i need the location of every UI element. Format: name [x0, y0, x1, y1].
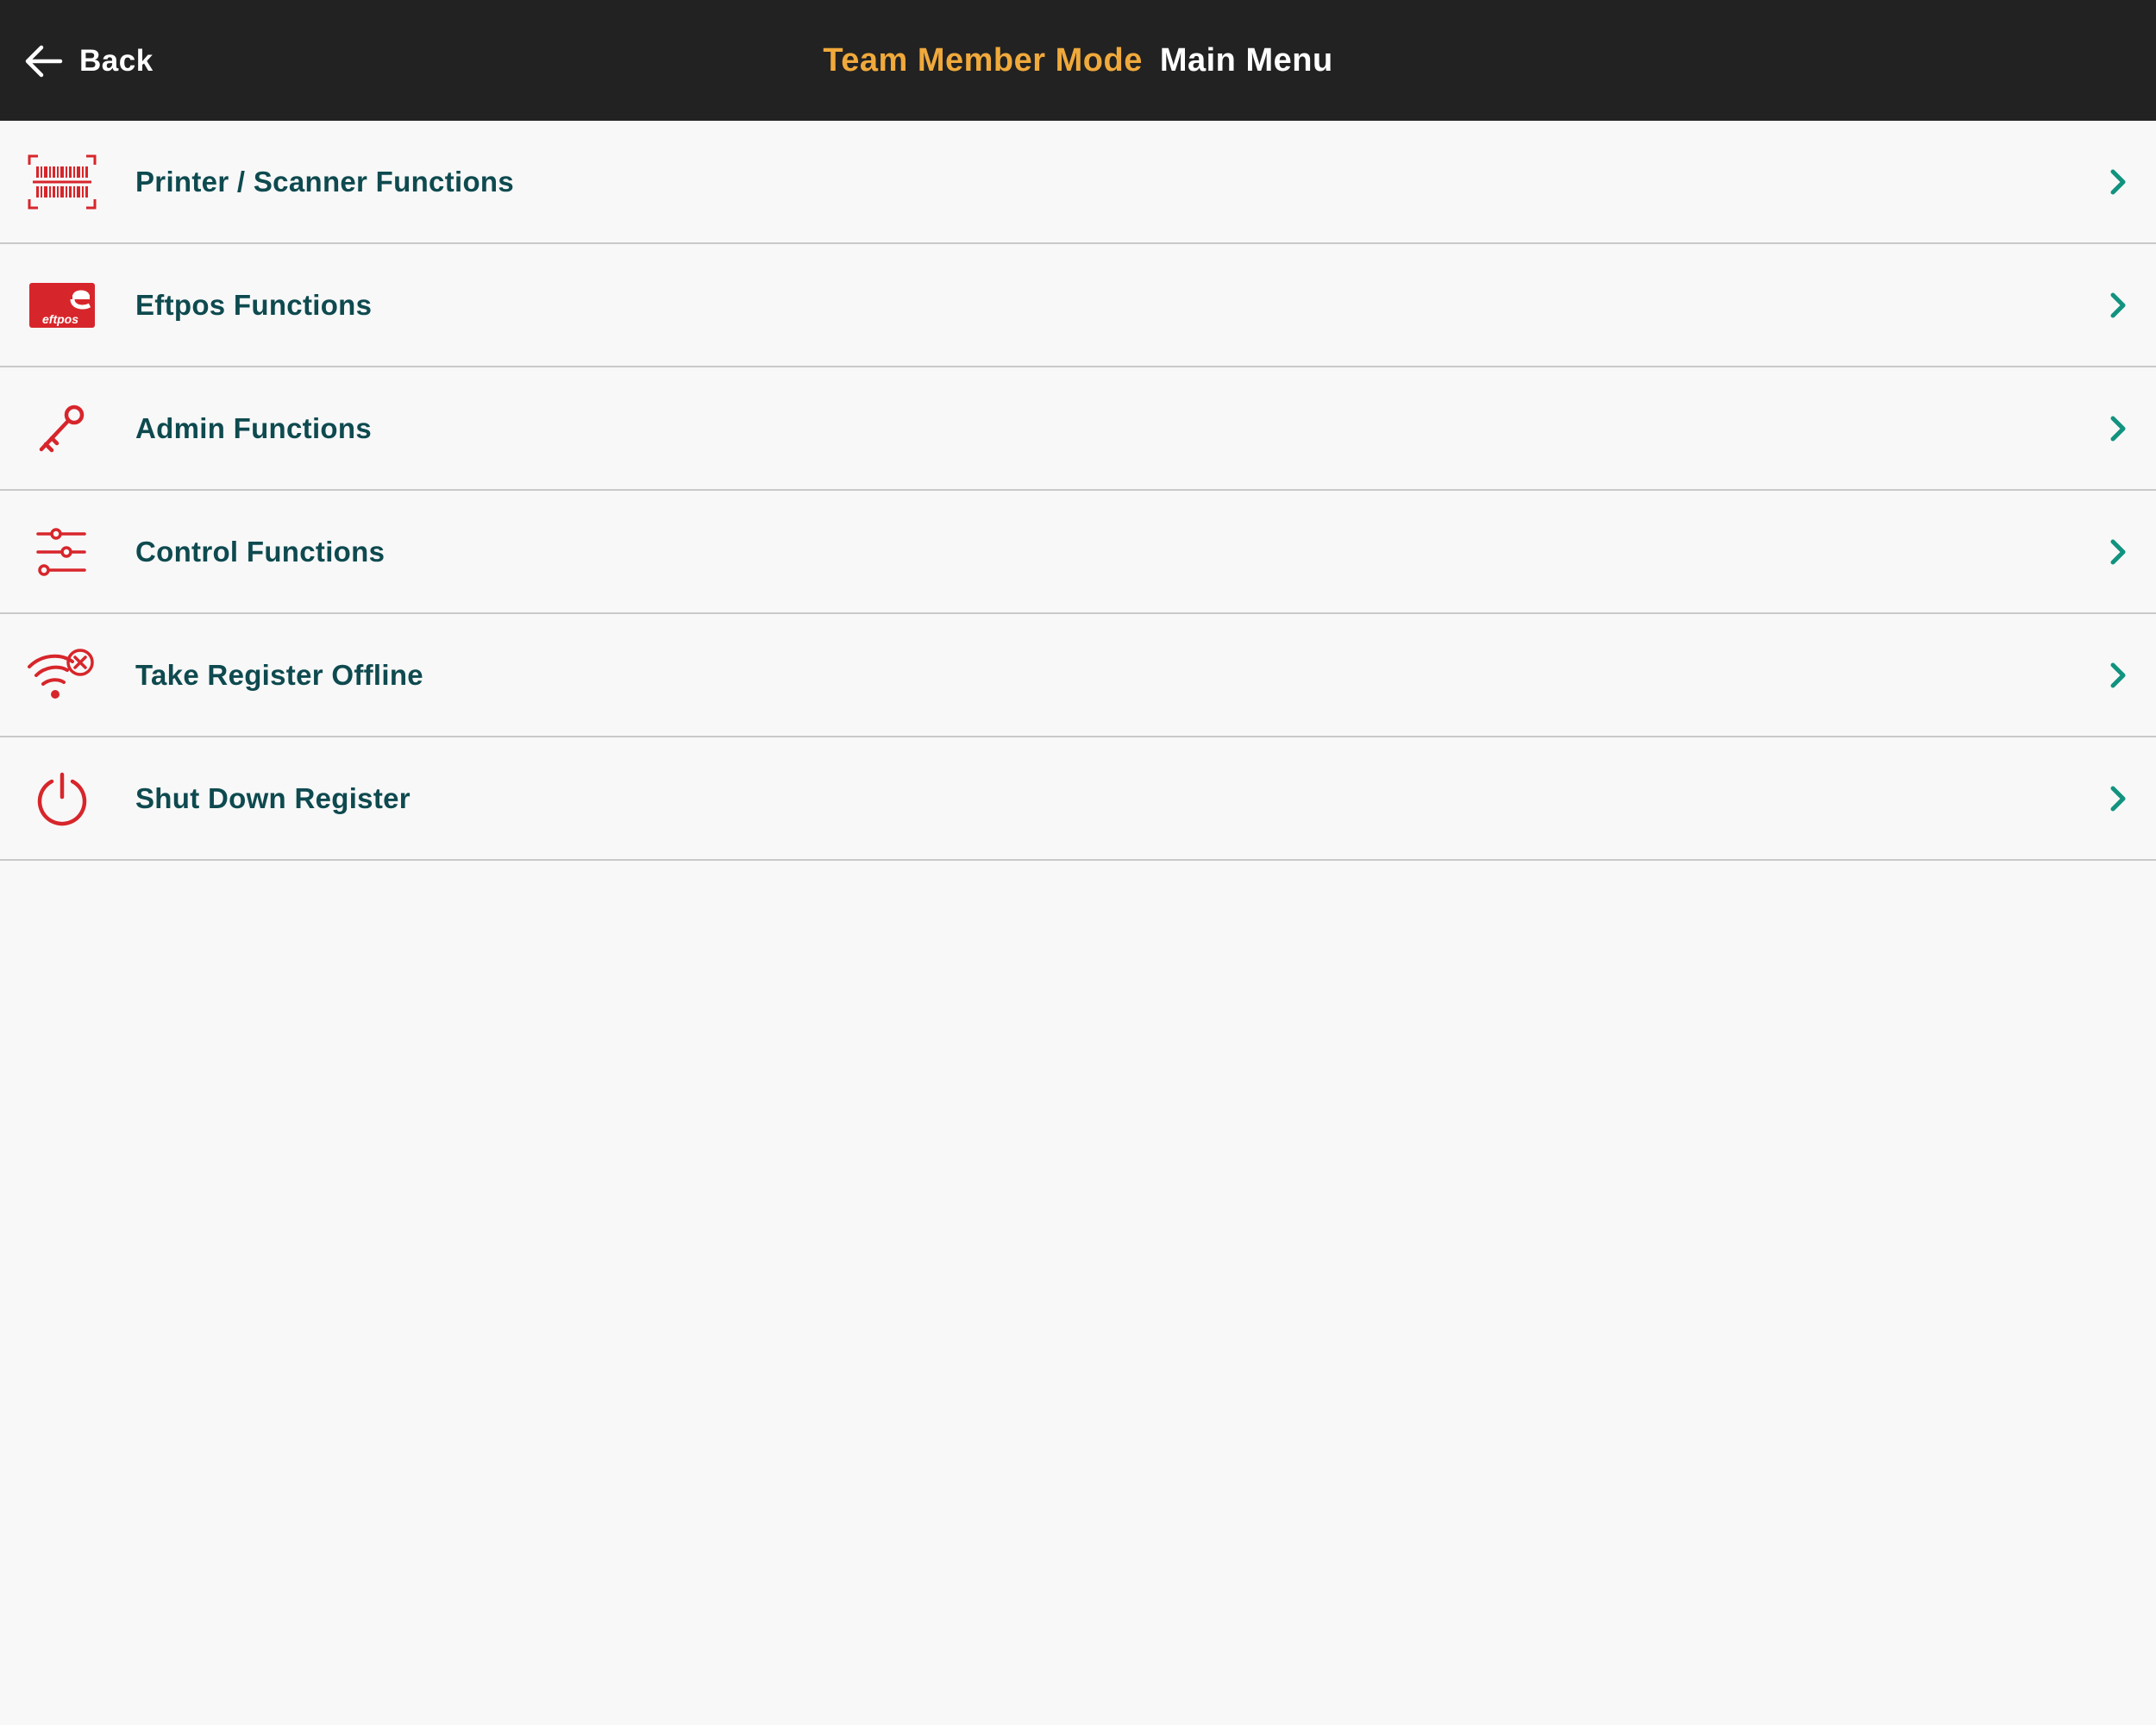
barcode-scanner-icon: [28, 147, 97, 216]
eftpos-logo-text: eftpos: [42, 312, 78, 326]
menu-item-label: Take Register Offline: [135, 658, 423, 691]
chevron-right-icon: [2101, 165, 2135, 199]
chevron-right-icon: [2101, 288, 2135, 323]
power-icon: [28, 764, 97, 833]
chevron-right-icon: [2101, 535, 2135, 569]
wifi-off-icon: [28, 641, 97, 710]
mode-label: Team Member Mode: [823, 41, 1143, 78]
top-bar: Back Team Member Mode Main Menu: [0, 0, 2156, 121]
menu-item-control[interactable]: Control Functions: [0, 491, 2156, 614]
page-title: Team Member Mode Main Menu: [0, 0, 2156, 121]
menu-item-eftpos[interactable]: eftpos Eftpos Functions: [0, 244, 2156, 367]
menu-item-label: Control Functions: [135, 535, 385, 568]
chevron-right-icon: [2101, 781, 2135, 816]
menu-item-label: Eftpos Functions: [135, 288, 373, 321]
menu-item-label: Admin Functions: [135, 411, 372, 444]
eftpos-card-icon: eftpos: [28, 271, 97, 340]
menu-item-admin[interactable]: Admin Functions: [0, 367, 2156, 491]
chevron-right-icon: [2101, 658, 2135, 693]
sliders-icon: [28, 518, 97, 586]
main-menu-list: Printer / Scanner Functions eftpos Eftpo…: [0, 121, 2156, 861]
chevron-right-icon: [2101, 411, 2135, 446]
menu-item-take-offline[interactable]: Take Register Offline: [0, 614, 2156, 737]
key-icon: [28, 394, 97, 463]
menu-item-label: Printer / Scanner Functions: [135, 165, 515, 198]
menu-item-shut-down[interactable]: Shut Down Register: [0, 737, 2156, 861]
menu-item-printer-scanner[interactable]: Printer / Scanner Functions: [0, 121, 2156, 244]
menu-item-label: Shut Down Register: [135, 781, 411, 814]
title-label: Main Menu: [1159, 41, 1333, 78]
